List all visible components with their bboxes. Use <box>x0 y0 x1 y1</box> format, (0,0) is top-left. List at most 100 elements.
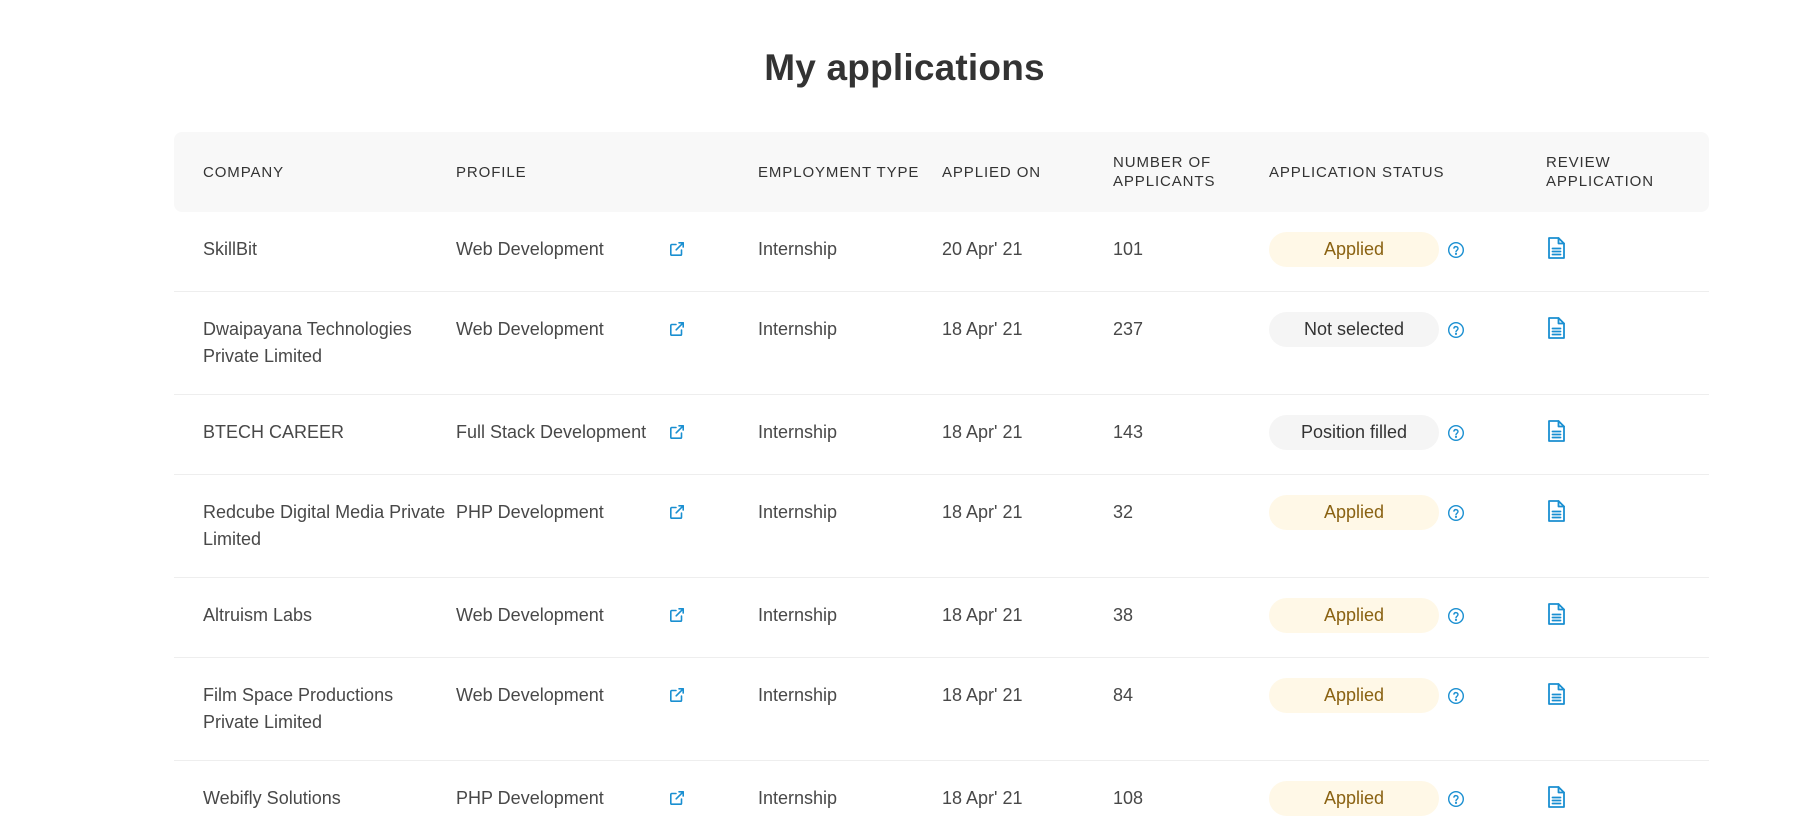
help-circle-icon[interactable] <box>1447 790 1465 808</box>
status-cell: Applied <box>1269 658 1546 761</box>
external-link-icon[interactable] <box>669 321 685 337</box>
applicants-count: 38 <box>1113 605 1133 625</box>
company-cell: Redcube Digital Media Private Limited <box>174 475 456 578</box>
employment-type: Internship <box>758 239 837 259</box>
document-icon[interactable] <box>1546 316 1566 340</box>
company-cell: SkillBit <box>174 212 456 292</box>
external-link-icon[interactable] <box>669 687 685 703</box>
document-icon[interactable] <box>1546 785 1566 809</box>
employment-type: Internship <box>758 788 837 808</box>
status-wrapper: Applied <box>1269 236 1536 267</box>
employment-type: Internship <box>758 605 837 625</box>
external-link-icon[interactable] <box>669 790 685 806</box>
external-link-icon[interactable] <box>669 607 685 623</box>
applied-on-date: 18 Apr' 21 <box>942 319 1023 339</box>
profile-wrapper: Web Development <box>456 602 685 629</box>
external-link-icon[interactable] <box>669 504 685 520</box>
applicants-count: 101 <box>1113 239 1143 259</box>
document-icon[interactable] <box>1546 682 1566 706</box>
status-wrapper: Applied <box>1269 785 1536 816</box>
applied-on-cell: 18 Apr' 21 <box>942 395 1113 475</box>
status-wrapper: Applied <box>1269 602 1536 633</box>
applied-on-cell: 18 Apr' 21 <box>942 292 1113 395</box>
status-cell: Applied <box>1269 212 1546 292</box>
help-circle-icon[interactable] <box>1447 504 1465 522</box>
column-header-employment-type: EMPLOYMENT TYPE <box>758 132 942 212</box>
profile-cell: Web Development <box>456 212 758 292</box>
help-circle-icon[interactable] <box>1447 241 1465 259</box>
document-icon[interactable] <box>1546 419 1566 443</box>
column-header-applied-on: APPLIED ON <box>942 132 1113 212</box>
status-wrapper: Applied <box>1269 499 1536 530</box>
applications-table: COMPANY PROFILE EMPLOYMENT TYPE APPLIED … <box>174 132 1709 840</box>
status-wrapper: Applied <box>1269 682 1536 713</box>
table-row: Redcube Digital Media Private Limited PH… <box>174 475 1709 578</box>
column-header-applicants: NUMBER OF APPLICANTS <box>1113 132 1269 212</box>
profile-cell: Web Development <box>456 292 758 395</box>
status-badge: Applied <box>1269 781 1439 816</box>
applicants-cell: 32 <box>1113 475 1269 578</box>
applied-on-cell: 18 Apr' 21 <box>942 658 1113 761</box>
column-header-profile: PROFILE <box>456 132 758 212</box>
document-icon[interactable] <box>1546 236 1566 260</box>
profile-cell: Web Development <box>456 578 758 658</box>
employment-type-cell: Internship <box>758 475 942 578</box>
profile-name: PHP Development <box>456 785 604 812</box>
help-circle-icon[interactable] <box>1447 687 1465 705</box>
table-header: COMPANY PROFILE EMPLOYMENT TYPE APPLIED … <box>174 132 1709 212</box>
profile-name: Web Development <box>456 682 604 709</box>
table-row: BTECH CAREER Full Stack Development Inte… <box>174 395 1709 475</box>
applied-on-date: 18 Apr' 21 <box>942 788 1023 808</box>
profile-name: Web Development <box>456 236 604 263</box>
external-link-icon[interactable] <box>669 241 685 257</box>
status-badge: Applied <box>1269 232 1439 267</box>
help-circle-icon[interactable] <box>1447 424 1465 442</box>
table-body: SkillBit Web Development Internship 20 A… <box>174 212 1709 840</box>
profile-name: PHP Development <box>456 499 604 526</box>
help-circle-icon[interactable] <box>1447 321 1465 339</box>
applicants-count: 237 <box>1113 319 1143 339</box>
page-title: My applications <box>0 0 1809 132</box>
column-header-company: COMPANY <box>174 132 456 212</box>
column-header-review: REVIEW APPLICATION <box>1546 132 1709 212</box>
profile-wrapper: Web Development <box>456 682 685 709</box>
company-name: Redcube Digital Media Private Limited <box>203 502 445 549</box>
review-cell <box>1546 475 1709 578</box>
table-row: SkillBit Web Development Internship 20 A… <box>174 212 1709 292</box>
applicants-cell: 237 <box>1113 292 1269 395</box>
employment-type: Internship <box>758 319 837 339</box>
company-name: BTECH CAREER <box>203 422 344 442</box>
employment-type-cell: Internship <box>758 395 942 475</box>
applied-on-date: 18 Apr' 21 <box>942 422 1023 442</box>
help-circle-icon[interactable] <box>1447 607 1465 625</box>
applied-on-cell: 18 Apr' 21 <box>942 578 1113 658</box>
review-cell <box>1546 761 1709 840</box>
profile-name: Full Stack Development <box>456 419 646 446</box>
profile-wrapper: Web Development <box>456 316 685 343</box>
profile-cell: PHP Development <box>456 761 758 840</box>
company-cell: Webifly Solutions <box>174 761 456 840</box>
status-cell: Applied <box>1269 761 1546 840</box>
document-icon[interactable] <box>1546 602 1566 626</box>
applied-on-date: 18 Apr' 21 <box>942 502 1023 522</box>
applicants-count: 143 <box>1113 422 1143 442</box>
review-cell <box>1546 212 1709 292</box>
applied-on-cell: 18 Apr' 21 <box>942 761 1113 840</box>
applicants-count: 32 <box>1113 502 1133 522</box>
applied-on-cell: 20 Apr' 21 <box>942 212 1113 292</box>
document-icon[interactable] <box>1546 499 1566 523</box>
review-cell <box>1546 395 1709 475</box>
status-cell: Applied <box>1269 578 1546 658</box>
status-badge: Applied <box>1269 495 1439 530</box>
employment-type-cell: Internship <box>758 658 942 761</box>
external-link-icon[interactable] <box>669 424 685 440</box>
employment-type-cell: Internship <box>758 292 942 395</box>
employment-type-cell: Internship <box>758 761 942 840</box>
profile-name: Web Development <box>456 316 604 343</box>
review-cell <box>1546 292 1709 395</box>
profile-wrapper: PHP Development <box>456 785 685 812</box>
applicants-count: 108 <box>1113 788 1143 808</box>
table-row: Altruism Labs Web Development Internship… <box>174 578 1709 658</box>
status-cell: Position filled <box>1269 395 1546 475</box>
review-cell <box>1546 658 1709 761</box>
